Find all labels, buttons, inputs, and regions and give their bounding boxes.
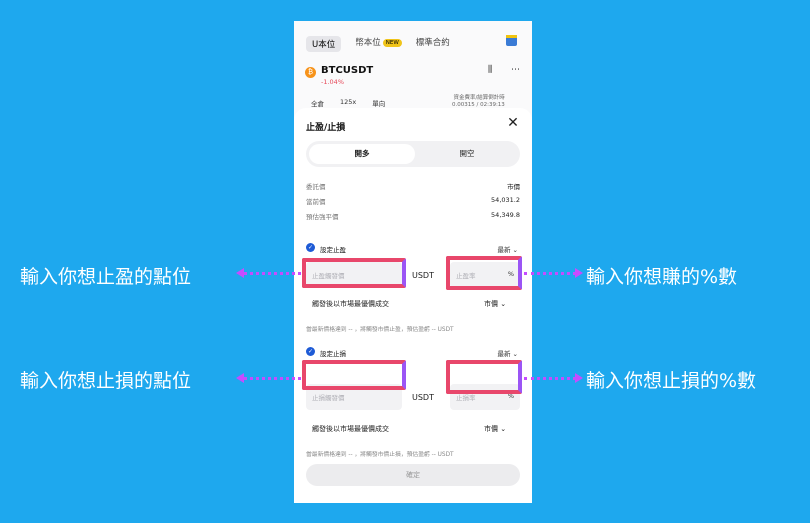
tp-unit: USDT [412,271,434,280]
margin-mode[interactable]: 全倉 [311,98,324,108]
confirm-button[interactable]: 確定 [306,464,520,486]
new-badge: NEW [382,38,402,47]
gift-icon[interactable] [506,35,517,46]
sl-checkbox-icon[interactable]: ✓ [306,347,315,356]
tp-note: 當最新價格達到 -- ，將觸發市價止盈，預估盈虧 -- USDT [306,327,454,333]
tab-short[interactable]: 開空 [414,144,520,164]
phone-screen: U本位 幣本位 NEW 標準合約 ₿ BTCUSDT -1.04% ⫼ ⋯ 全倉 … [294,21,532,503]
tp-section-header: ✓ 設定止盈 最新 ⌄ [306,242,520,254]
sl-pct-arrow-icon [575,373,583,383]
tp-price-input[interactable]: 止盈觸發價 [306,262,402,288]
info-row-current-price: 當前價 54,031.2 [306,196,520,206]
tab-coin-m[interactable]: 幣本位 NEW [355,36,402,52]
price-change: -1.04% [321,78,344,86]
funding-rate-info: 資金費率/結算倒計時 0.00315 / 02:39:13 [452,95,505,108]
info-row-liq-price: 預估強平價 54,349.8 [306,211,520,221]
tab-standard[interactable]: 標準合約 [416,36,450,52]
tp-price-callout: 輸入你想止盈的點位 [20,266,192,288]
tp-price-arrow-icon [236,268,244,278]
tp-sl-modal: 止盈/止損 ✕ 開多 開空 委託價 市價 當前價 54,031.2 預估強平價 54,… [294,108,532,503]
tp-label: 設定止盈 [320,246,346,254]
tab-long[interactable]: 開多 [309,144,415,164]
tp-checkbox-icon[interactable]: ✓ [306,243,315,252]
sl-note: 當最新價格達到 -- ，將觸發市價止損，預估盈虧 -- USDT [306,452,454,458]
tp-pct-arrow-icon [575,268,583,278]
sl-section-header: ✓ 設定止損 最新 ⌄ [306,346,520,358]
position-mode[interactable]: 單向 [372,98,385,108]
background-tabs: U本位 幣本位 NEW 標準合約 [306,36,450,52]
sl-pct-arrow-line [524,377,576,380]
sl-price-arrow-line [244,377,301,380]
sl-label: 設定止損 [320,350,346,358]
sl-unit: USDT [412,393,434,402]
sl-price-mode-select[interactable]: 最新 ⌄ [497,348,518,358]
position-settings-row: 全倉 125x 單向 [311,98,385,108]
tp-percent-input[interactable]: 止盈率% [450,262,520,288]
sl-price-callout: 輸入你想止損的點位 [20,370,192,392]
sl-trigger-select[interactable]: 市價 ⌄ [484,424,506,434]
tp-price-mode-select[interactable]: 最新 ⌄ [497,244,518,254]
leverage[interactable]: 125x [340,98,356,108]
direction-segment: 開多 開空 [306,141,520,167]
tp-trigger-label: 觸發後以市場最優價成交 [312,300,389,308]
sl-pct-callout: 輸入你想止損的%數 [586,370,757,392]
chart-more-icons[interactable]: ⫼ ⋯ [488,65,528,75]
sl-percent-input[interactable]: 止損率% [450,384,520,410]
tp-pct-arrow-line [524,272,576,275]
tp-pct-callout: 輸入你想賺的%數 [586,266,738,288]
modal-title: 止盈/止損 [306,123,346,133]
bitcoin-icon: ₿ [305,67,316,78]
tp-trigger-select[interactable]: 市價 ⌄ [484,299,506,309]
trading-pair[interactable]: BTCUSDT [321,65,373,76]
sl-price-input[interactable]: 止損觸發價 [306,384,402,410]
tab-usdt-m[interactable]: U本位 [306,36,342,52]
sl-trigger-label: 觸發後以市場最優價成交 [312,425,389,433]
sl-price-arrow-icon [236,373,244,383]
close-icon[interactable]: ✕ [506,116,520,130]
info-row-order-price: 委託價 市價 [306,183,520,191]
tp-price-arrow-line [244,272,301,275]
